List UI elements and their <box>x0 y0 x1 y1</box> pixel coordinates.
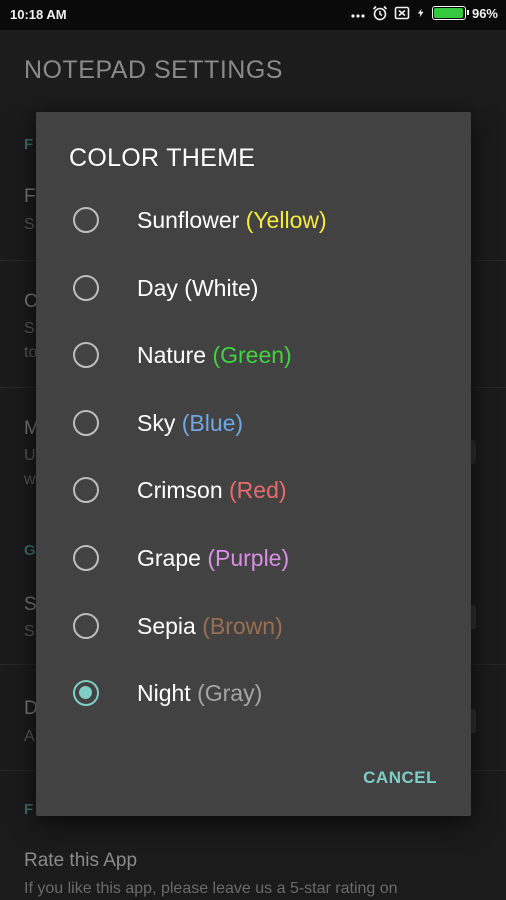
option-color-label: (Purple) <box>207 544 290 571</box>
option-label: Crimson (Red) <box>137 476 287 503</box>
setting-item-4-title[interactable]: S <box>24 594 37 616</box>
radio-button[interactable] <box>73 207 99 233</box>
option-label: Day (White) <box>137 274 259 301</box>
cancel-button[interactable]: CANCEL <box>363 768 437 788</box>
option-color-label: (Brown) <box>202 612 283 639</box>
rate-app-sub: If you like this app, please leave us a … <box>24 880 398 897</box>
section-header-1: F <box>24 136 34 153</box>
option-color-label: (Gray) <box>197 679 263 706</box>
setting-item-5-sub: A <box>24 728 35 745</box>
status-icons: 96% <box>350 5 498 21</box>
radio-button[interactable] <box>73 545 99 571</box>
option-label: Sunflower (Yellow) <box>137 206 327 233</box>
section-header-3: F <box>24 801 34 818</box>
option-label: Night (Gray) <box>137 679 263 706</box>
page-title: NOTEPAD SETTINGS <box>24 56 283 84</box>
color-theme-dialog: COLOR THEME Sunflower (Yellow) Day (Whit… <box>36 112 471 816</box>
radio-button-selected[interactable] <box>73 680 99 706</box>
theme-option-grape[interactable]: Grape (Purple) <box>36 528 471 588</box>
theme-option-day[interactable]: Day (White) <box>36 258 471 318</box>
option-label: Nature (Green) <box>137 341 292 368</box>
theme-option-sky[interactable]: Sky (Blue) <box>36 393 471 453</box>
theme-option-crimson[interactable]: Crimson (Red) <box>36 460 471 520</box>
more-dots-icon <box>351 14 365 18</box>
theme-option-sunflower[interactable]: Sunflower (Yellow) <box>36 190 471 250</box>
rate-app-title[interactable]: Rate this App <box>24 850 137 872</box>
radio-button[interactable] <box>73 275 99 301</box>
option-color-label: (Red) <box>229 476 287 503</box>
theme-option-nature[interactable]: Nature (Green) <box>36 325 471 385</box>
option-color-label: (Blue) <box>181 409 244 436</box>
radio-button[interactable] <box>73 342 99 368</box>
option-label: Sky (Blue) <box>137 409 244 436</box>
setting-item-1-sub: S <box>24 216 35 233</box>
theme-option-sepia[interactable]: Sepia (Brown) <box>36 596 471 656</box>
status-time: 10:18 AM <box>10 7 67 22</box>
charging-bolt-icon <box>417 8 424 18</box>
dialog-title: COLOR THEME <box>69 144 256 172</box>
notification-x-icon <box>394 6 410 20</box>
battery-fill <box>433 8 463 18</box>
setting-item-3-sub-1: U <box>24 447 36 464</box>
option-label: Grape (Purple) <box>137 544 290 571</box>
alarm-icon <box>372 5 388 21</box>
option-color-label: (Yellow) <box>245 206 327 233</box>
section-header-2: G <box>24 542 36 559</box>
setting-item-2-sub-1: S <box>24 320 35 337</box>
setting-item-4-sub: S <box>24 623 35 640</box>
option-color-label: (White) <box>184 274 259 301</box>
radio-button[interactable] <box>73 410 99 436</box>
option-color-label: (Green) <box>212 341 292 368</box>
battery-percent: 96% <box>471 5 498 21</box>
status-bar: 10:18 AM 96% <box>0 0 506 30</box>
setting-item-3-sub-2: w <box>24 471 36 488</box>
battery-icon <box>431 6 469 20</box>
theme-option-night[interactable]: Night (Gray) <box>36 663 471 723</box>
app-bar: NOTEPAD SETTINGS <box>0 30 506 108</box>
radio-button[interactable] <box>73 477 99 503</box>
setting-item-1-title[interactable]: F <box>24 186 36 208</box>
option-label: Sepia (Brown) <box>137 612 283 639</box>
radio-button[interactable] <box>73 613 99 639</box>
